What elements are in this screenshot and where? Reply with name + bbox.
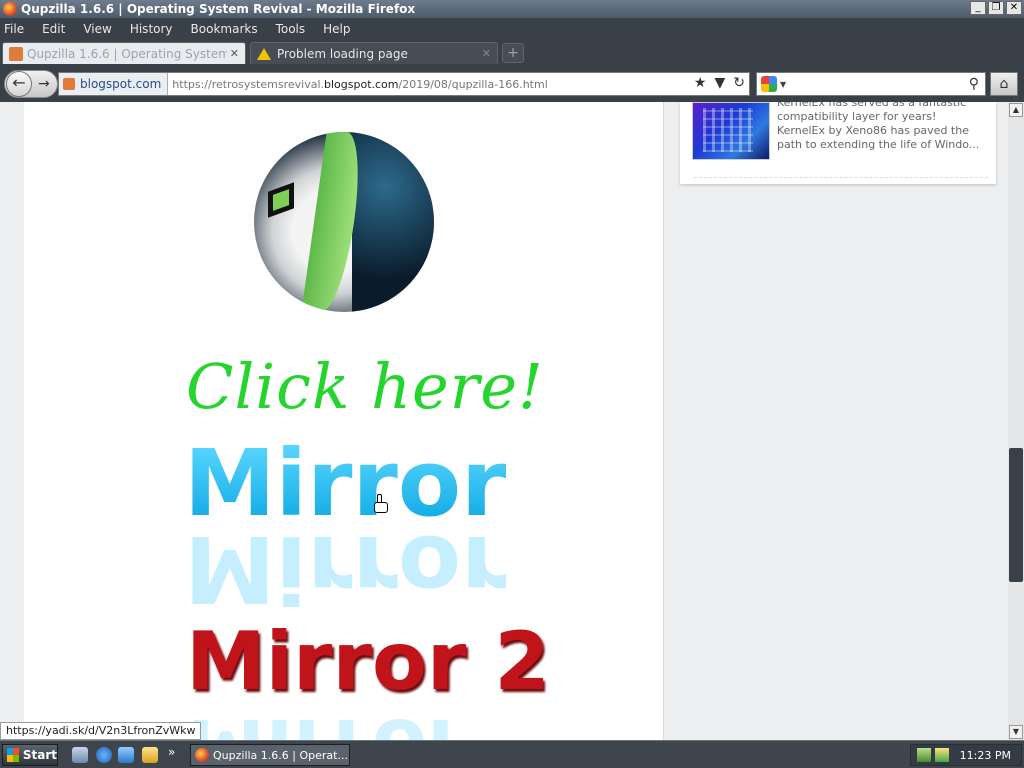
qupzilla-logo-image <box>254 132 434 312</box>
divider <box>694 177 988 178</box>
dropdown-arrow-icon[interactable]: ▼ <box>714 75 725 91</box>
tab-close-icon[interactable]: ✕ <box>230 47 239 60</box>
url-bar[interactable]: blogspot.com https://retrosystemsrevival… <box>58 72 750 96</box>
menu-bar: File Edit View History Bookmarks Tools H… <box>0 18 1024 40</box>
network-tray-icon[interactable] <box>917 748 931 762</box>
window-titlebar[interactable]: Qupzilla 1.6.6 | Operating System Reviva… <box>0 0 1024 18</box>
mirror-2-reflection: Mirror <box>186 701 466 740</box>
page-content: Click here! Mirror Mirror Mirror 2 Mirro… <box>0 102 1008 740</box>
nav-bar: ← → blogspot.com https://retrosystemsrev… <box>0 66 1024 102</box>
identity-label: blogspot.com <box>80 77 162 91</box>
mirror-2-link[interactable]: Mirror 2 <box>186 622 550 702</box>
restore-button[interactable]: ❐ <box>988 1 1004 15</box>
hand-cursor-icon <box>374 494 388 514</box>
post-snippet: KernelEx has served as a fantastic compa… <box>777 102 980 151</box>
blogger-site-icon <box>63 78 75 90</box>
minimize-button[interactable]: _ <box>970 1 986 15</box>
vertical-scrollbar[interactable]: ▲ ▼ <box>1008 102 1024 740</box>
google-icon[interactable] <box>761 76 777 92</box>
post-thumbnail[interactable] <box>692 102 770 160</box>
taskbar-firefox-window[interactable]: Qupzilla 1.6.6 | Operat... <box>190 744 350 766</box>
scroll-up-arrow-icon[interactable]: ▲ <box>1009 103 1023 117</box>
tab-label: Qupzilla 1.6.6 | Operating System Reviva… <box>27 46 227 61</box>
start-button[interactable]: Start <box>2 744 58 766</box>
bookmark-star-icon[interactable]: ★ <box>694 75 707 91</box>
security-tray-icon[interactable] <box>935 748 949 762</box>
tab-strip: Qupzilla 1.6.6 | Operating System Reviva… <box>0 40 1024 66</box>
scroll-down-arrow-icon[interactable]: ▼ <box>1009 725 1023 739</box>
home-button[interactable]: ⌂ <box>990 72 1018 96</box>
menu-edit[interactable]: Edit <box>42 22 65 36</box>
menu-history[interactable]: History <box>130 22 173 36</box>
new-tab-button[interactable]: + <box>502 43 524 63</box>
tab-qupzilla[interactable]: Qupzilla 1.6.6 | Operating System Reviva… <box>2 42 246 64</box>
firefox-icon <box>3 2 17 16</box>
forward-button[interactable]: → <box>38 76 50 92</box>
mail-icon[interactable] <box>118 747 134 763</box>
site-identity-button[interactable]: blogspot.com <box>59 73 169 95</box>
taskbar: Start » Qupzilla 1.6.6 | Operat... 11:23… <box>0 740 1024 768</box>
menu-file[interactable]: File <box>4 22 24 36</box>
firefox-icon <box>195 748 209 762</box>
window-controls: _ ❐ ✕ <box>970 1 1022 15</box>
system-tray: 11:23 PM <box>910 744 1022 766</box>
back-forward-group: ← → <box>4 70 58 98</box>
back-button[interactable]: ← <box>6 71 32 97</box>
scrollbar-thumb[interactable] <box>1009 448 1023 582</box>
reload-icon[interactable]: ↻ <box>733 75 745 91</box>
url-bar-icons: ★ ▼ ↻ <box>694 75 745 91</box>
search-engine-caret-icon[interactable]: ▼ <box>780 80 786 89</box>
tab-problem-loading[interactable]: Problem loading page ✕ <box>250 42 498 64</box>
url-text[interactable]: https://retrosystemsrevival.blogspot.com… <box>172 78 547 91</box>
popular-post-widget: KernelEx has served as a fantastic compa… <box>680 102 996 184</box>
window-title: Qupzilla 1.6.6 | Operating System Reviva… <box>21 2 416 16</box>
close-button[interactable]: ✕ <box>1006 1 1022 15</box>
windows-flag-icon <box>7 748 19 762</box>
mirror-reflection: Mirror <box>184 515 507 622</box>
quicklaunch-chevron-icon[interactable]: » <box>168 745 175 759</box>
status-link-preview: https://yadi.sk/d/V2n3LfronZvWkw <box>0 722 202 740</box>
tab-label: Problem loading page <box>277 46 408 61</box>
menu-view[interactable]: View <box>83 22 111 36</box>
post-body: Click here! Mirror Mirror Mirror 2 Mirro… <box>24 102 664 740</box>
clock[interactable]: 11:23 PM <box>960 749 1011 762</box>
click-here-link[interactable]: Click here! <box>186 350 543 423</box>
warning-icon <box>257 47 271 60</box>
show-desktop-icon[interactable] <box>72 747 88 763</box>
tab-close-icon[interactable]: ✕ <box>482 47 491 60</box>
menu-help[interactable]: Help <box>323 22 350 36</box>
menu-bookmarks[interactable]: Bookmarks <box>191 22 258 36</box>
menu-tools[interactable]: Tools <box>276 22 306 36</box>
search-bar[interactable]: ▼ ⚲ <box>756 72 986 96</box>
internet-explorer-icon[interactable] <box>96 747 112 763</box>
magnifier-icon[interactable]: ⚲ <box>969 76 979 92</box>
blogger-favicon-icon <box>9 46 23 61</box>
explorer-icon[interactable] <box>142 747 158 763</box>
